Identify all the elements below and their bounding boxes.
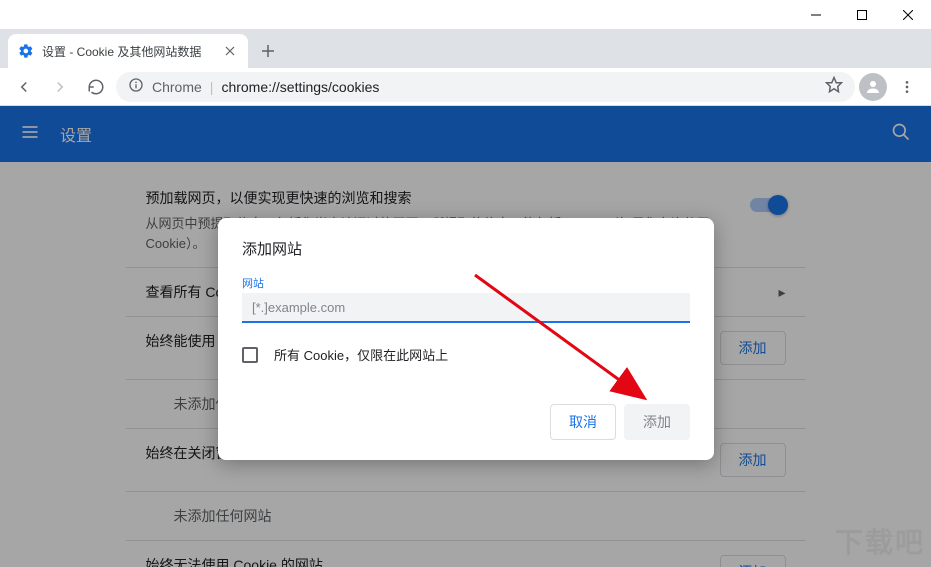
tab-strip: 设置 - Cookie 及其他网站数据 — [0, 30, 931, 68]
new-tab-button[interactable] — [254, 37, 282, 65]
address-bar[interactable]: Chrome | chrome://settings/cookies — [116, 72, 855, 102]
site-info-icon[interactable] — [128, 77, 144, 96]
url-separator: | — [210, 79, 214, 95]
cancel-button[interactable]: 取消 — [550, 404, 616, 440]
kebab-menu-icon[interactable] — [891, 71, 923, 103]
url-scheme-label: Chrome — [152, 79, 202, 95]
site-url-input[interactable] — [242, 293, 690, 323]
add-site-dialog: 添加网站 网站 所有 Cookie，仅限在此网站上 取消 添加 — [218, 218, 714, 460]
bookmark-star-icon[interactable] — [825, 76, 843, 97]
forward-button[interactable] — [44, 71, 76, 103]
checkbox-label: 所有 Cookie，仅限在此网站上 — [274, 345, 448, 364]
profile-avatar-icon[interactable] — [859, 73, 887, 101]
url-text: chrome://settings/cookies — [221, 79, 379, 95]
settings-gear-icon — [18, 43, 34, 59]
all-cookies-checkbox[interactable] — [242, 347, 258, 363]
browser-tab[interactable]: 设置 - Cookie 及其他网站数据 — [8, 34, 248, 68]
tab-close-icon[interactable] — [222, 43, 238, 59]
window-maximize-button[interactable] — [839, 0, 885, 30]
tab-title: 设置 - Cookie 及其他网站数据 — [42, 43, 214, 60]
dialog-field-label: 网站 — [242, 275, 690, 291]
reload-button[interactable] — [80, 71, 112, 103]
window-titlebar — [0, 0, 931, 30]
browser-toolbar: Chrome | chrome://settings/cookies — [0, 68, 931, 106]
back-button[interactable] — [8, 71, 40, 103]
dialog-title: 添加网站 — [242, 238, 690, 259]
window-close-button[interactable] — [885, 0, 931, 30]
window-minimize-button[interactable] — [793, 0, 839, 30]
add-button[interactable]: 添加 — [624, 404, 690, 440]
